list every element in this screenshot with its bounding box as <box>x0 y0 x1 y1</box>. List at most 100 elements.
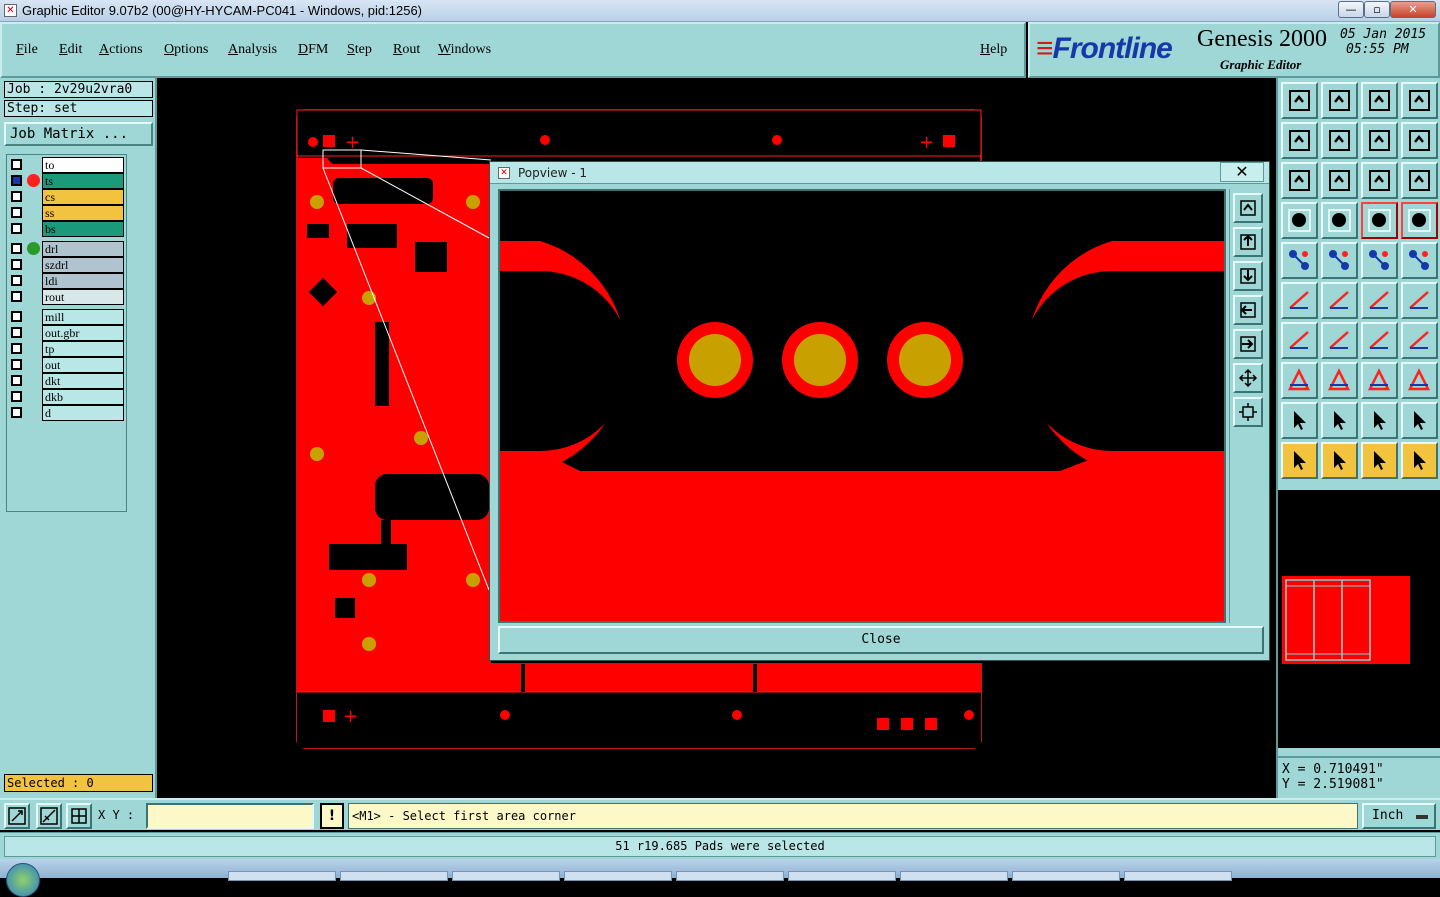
select-feature-button[interactable] <box>1321 242 1358 279</box>
layer-row-tp[interactable]: tp <box>8 341 126 357</box>
move-feature-button[interactable] <box>1281 282 1318 319</box>
layer-checkbox[interactable] <box>11 159 22 170</box>
pan-right-button[interactable] <box>1321 122 1358 159</box>
menu-file[interactable]: File <box>16 42 38 58</box>
s-tool-button[interactable] <box>1401 122 1438 159</box>
popview-zoom-out-button[interactable] <box>1233 397 1263 427</box>
taskbar-item[interactable] <box>340 871 448 881</box>
menu-rout[interactable]: Rout <box>393 42 420 58</box>
zoom-home-button[interactable] <box>1281 82 1318 119</box>
box-tool-button[interactable] <box>1401 362 1438 399</box>
zoom-fit-button[interactable] <box>1321 162 1358 199</box>
cut-feature-button[interactable] <box>1321 282 1358 319</box>
menu-edit[interactable]: Edit <box>59 42 82 58</box>
taskbar-item[interactable] <box>1012 871 1120 881</box>
layer-checkbox[interactable] <box>11 259 22 270</box>
start-orb-icon[interactable] <box>6 863 40 897</box>
popview-pan-down-button[interactable] <box>1233 261 1263 291</box>
layer-checkbox[interactable] <box>11 359 22 370</box>
flip-feature-button[interactable] <box>1401 322 1438 359</box>
pointer-box-button[interactable] <box>1321 442 1358 479</box>
layer-checkbox[interactable] <box>11 391 22 402</box>
popview-pan-up-button[interactable] <box>1233 227 1263 257</box>
measure-dist-button[interactable] <box>1281 322 1318 359</box>
taskbar-item[interactable] <box>1124 871 1232 881</box>
grid-button[interactable] <box>66 803 92 829</box>
help-query-button[interactable] <box>1401 162 1438 199</box>
popview-pan-right-button[interactable] <box>1233 329 1263 359</box>
zoom-area-button[interactable] <box>4 803 30 829</box>
add-line-button[interactable] <box>1321 322 1358 359</box>
layer-checkbox[interactable] <box>11 223 22 234</box>
layer-checkbox[interactable] <box>11 207 22 218</box>
cross-select-button[interactable] <box>1361 242 1398 279</box>
job-matrix-button[interactable]: Job Matrix ... <box>4 122 153 146</box>
pointer-step-button[interactable] <box>1401 442 1438 479</box>
layer-row-bs[interactable]: bs <box>8 221 126 237</box>
fit-view-button[interactable] <box>1281 162 1318 199</box>
layer-row-dkt[interactable]: dkt <box>8 373 126 389</box>
layer-checkbox[interactable] <box>11 191 22 202</box>
maximize-button[interactable]: ▫ <box>1364 1 1390 18</box>
rotate-tool-button[interactable] <box>1361 322 1398 359</box>
layer-row-to[interactable]: to <box>8 157 126 173</box>
split-line-button[interactable] <box>1321 362 1358 399</box>
layer-checkbox[interactable] <box>11 327 22 338</box>
close-window-button[interactable]: ✕ <box>1390 1 1436 18</box>
popview-close-button[interactable]: Close <box>498 626 1264 654</box>
layer-checkbox[interactable] <box>11 175 22 186</box>
layer-row-ts[interactable]: ts <box>8 173 126 189</box>
taskbar-item[interactable] <box>452 871 560 881</box>
taskbar-item[interactable] <box>900 871 1008 881</box>
layer-red-1-button[interactable] <box>1361 202 1398 239</box>
layer-checkbox[interactable] <box>11 275 22 286</box>
menu-dfm[interactable]: DFM <box>298 42 328 58</box>
menu-analysis[interactable]: Analysis <box>228 42 277 58</box>
draw-line-button[interactable] <box>1361 282 1398 319</box>
filter-settings-button[interactable] <box>1281 202 1318 239</box>
layer-row-ss[interactable]: ss <box>8 205 126 221</box>
layer-checkbox[interactable] <box>11 343 22 354</box>
layer-red-2-button[interactable] <box>1401 202 1438 239</box>
zoom-in-out-button[interactable] <box>1361 122 1398 159</box>
home-view-button[interactable] <box>1361 82 1398 119</box>
layer-row-d[interactable]: d <box>8 405 126 421</box>
layer-checkbox[interactable] <box>11 375 22 386</box>
popview-canvas[interactable] <box>498 189 1226 623</box>
message-button[interactable]: ! <box>320 803 344 829</box>
ratio-1-2-button[interactable] <box>1361 162 1398 199</box>
arc-tool-button[interactable] <box>1401 282 1438 319</box>
layer-row-out-gbr[interactable]: out.gbr <box>8 325 126 341</box>
taskbar-item[interactable] <box>676 871 784 881</box>
triangle-1-button[interactable] <box>1281 402 1318 439</box>
layer-checkbox[interactable] <box>11 407 22 418</box>
pointer-circle-button[interactable] <box>1361 442 1398 479</box>
xy-input[interactable] <box>146 803 314 829</box>
line-select-button[interactable] <box>1401 242 1438 279</box>
popview-zoom-in-button[interactable] <box>1233 363 1263 393</box>
taskbar-item[interactable] <box>564 871 672 881</box>
pan-left-button[interactable] <box>1281 122 1318 159</box>
pad-tool-button[interactable] <box>1281 362 1318 399</box>
layer-row-drl[interactable]: drl <box>8 241 126 257</box>
taskbar-item[interactable] <box>788 871 896 881</box>
triangle-4-button[interactable] <box>1401 402 1438 439</box>
frame-tool-button[interactable] <box>1361 362 1398 399</box>
measure-button[interactable] <box>36 803 62 829</box>
menu-windows[interactable]: Windows <box>438 42 491 58</box>
menu-step[interactable]: Step <box>347 42 372 58</box>
layer-checkbox[interactable] <box>11 291 22 302</box>
triangle-2-button[interactable] <box>1321 402 1358 439</box>
layer-checkbox[interactable] <box>11 243 22 254</box>
layer-row-cs[interactable]: cs <box>8 189 126 205</box>
pointer-button[interactable] <box>1281 442 1318 479</box>
minimap[interactable] <box>1278 490 1440 748</box>
layer-row-mill[interactable]: mill <box>8 309 126 325</box>
taskbar-item[interactable] <box>228 871 336 881</box>
popview-close-x-button[interactable]: ✕ <box>1220 162 1264 182</box>
minimize-button[interactable]: — <box>1338 1 1364 18</box>
menu-help[interactable]: Help <box>980 42 1007 58</box>
popview-zoom-home-button[interactable] <box>1233 193 1263 223</box>
unit-selector[interactable]: Inch <box>1362 803 1436 829</box>
triangle-3-button[interactable] <box>1361 402 1398 439</box>
